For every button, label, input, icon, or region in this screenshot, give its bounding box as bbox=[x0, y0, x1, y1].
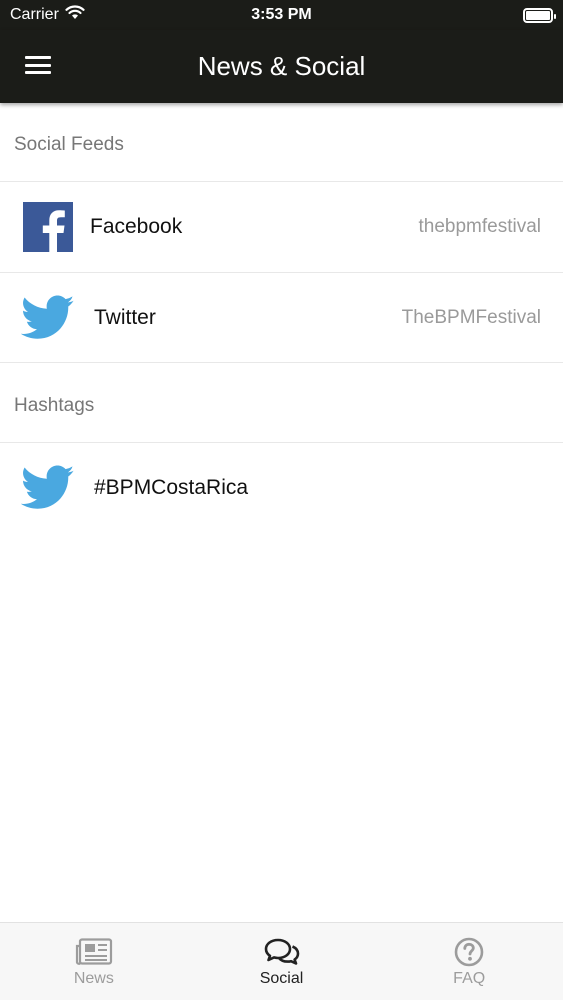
tab-news[interactable]: News bbox=[0, 923, 188, 1000]
tab-faq-label: FAQ bbox=[453, 970, 486, 987]
tab-news-label: News bbox=[73, 970, 114, 987]
hamburger-menu-icon[interactable] bbox=[25, 54, 51, 76]
menu-line bbox=[25, 71, 51, 74]
section-header-social-feeds: Social Feeds bbox=[14, 134, 124, 155]
tab-social-label: Social bbox=[259, 970, 304, 987]
twitter-icon bbox=[20, 460, 76, 516]
list-item-facebook[interactable]: Facebook thebpmfestival bbox=[0, 181, 563, 272]
facebook-label: Facebook bbox=[90, 215, 183, 238]
list-item-twitter[interactable]: Twitter TheBPMFestival bbox=[0, 272, 563, 363]
menu-line bbox=[25, 63, 51, 67]
tab-faq[interactable]: FAQ bbox=[375, 923, 563, 1000]
twitter-label: Twitter bbox=[94, 305, 156, 329]
status-bar: Carrier 3:53 PM bbox=[0, 0, 563, 30]
question-circle-icon bbox=[449, 936, 489, 968]
facebook-icon bbox=[20, 199, 76, 255]
twitter-icon bbox=[20, 290, 76, 346]
tab-social[interactable]: Social bbox=[188, 923, 376, 1000]
status-left: Carrier bbox=[10, 5, 85, 25]
menu-line bbox=[25, 56, 51, 59]
battery-fill bbox=[526, 10, 550, 20]
wifi-icon bbox=[65, 5, 85, 25]
nav-bar: News & Social bbox=[0, 30, 563, 103]
battery-icon bbox=[523, 7, 556, 23]
newspaper-icon bbox=[74, 936, 114, 968]
tab-bar: News Social FAQ bbox=[0, 922, 563, 1000]
twitter-handle: TheBPMFestival bbox=[401, 306, 541, 328]
chat-bubbles-icon bbox=[262, 936, 302, 968]
page-title: News & Social bbox=[197, 51, 366, 81]
hashtag-label: #BPMCostaRica bbox=[94, 476, 249, 499]
facebook-handle: thebpmfestival bbox=[418, 216, 541, 237]
section-header-hashtags: Hashtags bbox=[14, 395, 95, 416]
carrier-label: Carrier bbox=[10, 6, 59, 23]
list-item-hashtag[interactable]: #BPMCostaRica bbox=[0, 442, 563, 533]
